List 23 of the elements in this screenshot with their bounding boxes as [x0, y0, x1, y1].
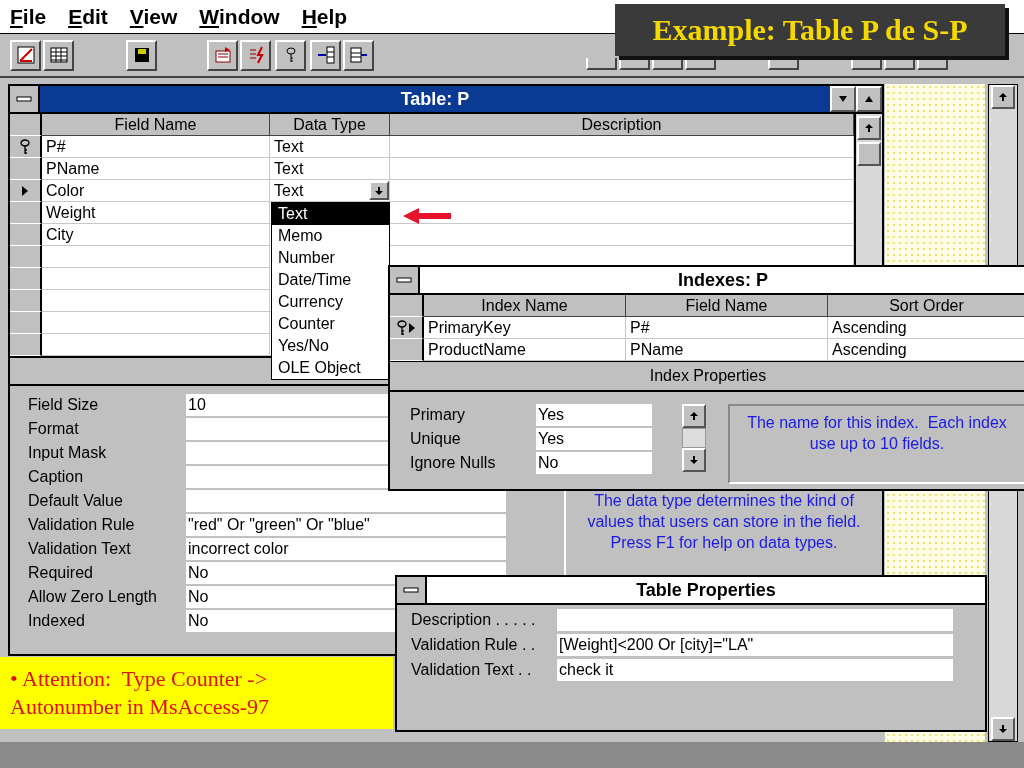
- property-label: Unique: [410, 429, 462, 449]
- window-title: Indexes: P: [676, 269, 769, 292]
- property-label: Ignore Nulls: [410, 453, 497, 473]
- property-label: Caption: [28, 467, 85, 487]
- property-label: Required: [28, 563, 94, 583]
- property-label: Default Value: [28, 491, 124, 511]
- cell-text: Text: [274, 181, 304, 201]
- window-title: Table Properties: [635, 579, 777, 602]
- property-label: Field Size: [28, 395, 100, 415]
- slide-title: Example: Table P de S-P: [652, 13, 968, 47]
- note-text: • Attention: Type Counter -> Autonumber in MsAccess-97: [10, 665, 271, 721]
- property-label: Indexed: [28, 611, 86, 631]
- property-label: Validation Text: [28, 539, 132, 559]
- window-title: Table: P: [399, 88, 471, 111]
- property-label: Validation Text . .: [411, 660, 533, 680]
- property-label: Validation Rule . .: [411, 635, 537, 655]
- property-label: Allow Zero Length: [28, 587, 158, 607]
- property-label: Format: [28, 419, 80, 439]
- help-text: The name for this index. Each index use up to 10 fields.: [747, 413, 1007, 454]
- property-label: Validation Rule: [28, 515, 136, 535]
- help-text: The data type determines the kind of values that users can store in the field. Press F1 for help on data types.: [587, 491, 861, 553]
- property-label: Input Mask: [28, 443, 108, 463]
- section-heading: Index Properties: [390, 361, 1024, 392]
